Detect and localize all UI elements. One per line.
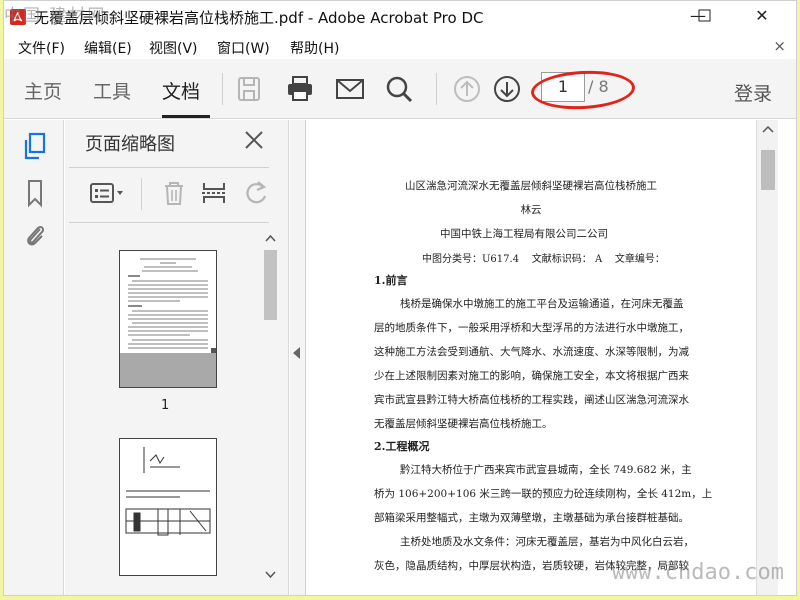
page-thumbnail-1[interactable]	[119, 250, 217, 388]
scroll-up-icon[interactable]	[757, 120, 779, 140]
panel-title: 页面缩略图	[85, 134, 175, 155]
panel-divider	[69, 222, 269, 223]
paragraph-line: 这种施工方法会受到通航、大气降水、水流速度、水深等限制，为减	[374, 346, 689, 358]
print-icon[interactable]	[284, 73, 316, 105]
paragraph-line: 无覆盖层倾斜坚硬裸岩高位栈桥施工。	[374, 418, 553, 430]
save-icon[interactable]	[233, 73, 265, 105]
collapse-arrow-icon	[293, 347, 300, 359]
paragraph-line: 黔江特大桥位于广西来宾市武宣县城南，全长 749.682 米，主	[400, 464, 692, 476]
paragraph-line: 栈桥是确保水中墩施工的施工平台及运输通道，在河床无覆盖	[400, 298, 684, 310]
page-thumbnails-icon[interactable]	[22, 132, 48, 162]
thumbnails-panel: 页面缩略图 1	[65, 120, 289, 595]
active-tab-indicator	[162, 115, 210, 118]
maximize-icon	[698, 9, 711, 22]
page-thumbnail-label: 1	[161, 398, 170, 413]
paragraph-line: 宾市武宣县黔江特大桥高位栈桥的工程实践，阐述山区湍急河流深水	[374, 394, 689, 406]
thumbnail-scrollbar[interactable]	[262, 232, 279, 584]
page-thumbnail-preview	[120, 439, 216, 575]
tab-home[interactable]: 主页	[24, 77, 62, 104]
login-link[interactable]: 登录	[734, 79, 772, 106]
acrobat-window: 无覆盖层倾斜坚硬裸岩高位栈桥施工.pdf - Adobe Acrobat Pro…	[3, 0, 797, 596]
toolbar-separator	[222, 73, 223, 105]
document-organization: 中国中铁上海工程局有限公司二公司	[440, 228, 608, 240]
close-panel-icon[interactable]	[242, 128, 266, 152]
panel-separator	[141, 178, 142, 210]
menu-view[interactable]: 视图(V)	[149, 38, 198, 58]
tab-tools[interactable]: 工具	[93, 77, 131, 104]
insert-page-icon[interactable]	[199, 178, 229, 208]
page-up-icon[interactable]	[451, 73, 483, 105]
document-page: 山区湍急河流深水无覆盖层倾斜坚硬裸岩高位栈桥施工 林云 中国中铁上海工程局有限公…	[306, 120, 756, 595]
maximize-button[interactable]	[684, 5, 724, 27]
menu-bar: 文件(F) 编辑(E) 视图(V) 窗口(W) 帮助(H) ×	[4, 35, 796, 59]
delete-page-icon[interactable]	[159, 178, 189, 208]
paragraph-line: 层的地质条件下，一般采用浮桥和大型浮吊的方法进行水中墩施工，	[374, 322, 689, 334]
paragraph-line: 桥为 106+200+106 米三跨一联的预应力砼连续刚构，全长 412m，上	[374, 488, 713, 500]
page-down-icon[interactable]	[491, 73, 523, 105]
panel-collapse-handle[interactable]	[290, 120, 306, 595]
document-author: 林云	[520, 204, 542, 216]
page-thumbnail-2[interactable]	[119, 438, 217, 576]
thumbnail-options-icon[interactable]	[87, 178, 131, 208]
menu-file[interactable]: 文件(F)	[18, 38, 65, 58]
menu-edit[interactable]: 编辑(E)	[84, 38, 132, 58]
navigation-rail	[4, 120, 64, 595]
paragraph-line: 主桥处地质及水文条件：河床无覆盖层，基岩为中风化白云岩，	[400, 536, 694, 548]
document-scrollbar[interactable]	[756, 120, 779, 595]
page-thumbnail-preview	[120, 251, 216, 387]
title-bar: 无覆盖层倾斜坚硬裸岩高位栈桥施工.pdf - Adobe Acrobat Pro…	[4, 1, 796, 33]
search-icon[interactable]	[383, 73, 415, 105]
panel-divider	[69, 167, 269, 168]
close-document-button[interactable]: ×	[773, 37, 786, 55]
section-heading: 1.前言	[374, 274, 408, 287]
document-classification: 中图分类号：U617.4 文献标识码： A 文章编号：	[422, 254, 665, 265]
attachment-icon[interactable]	[22, 220, 48, 250]
watermark-bottom-right: www.cndao.com	[611, 560, 784, 585]
document-title: 山区湍急河流深水无覆盖层倾斜坚硬裸岩高位栈桥施工	[405, 180, 657, 192]
bookmark-icon[interactable]	[22, 178, 48, 208]
tab-document[interactable]: 文档	[162, 77, 200, 104]
watermark-top-left: 中国 建材网	[4, 6, 107, 26]
mail-icon[interactable]	[334, 73, 366, 105]
close-window-button[interactable]: ✕	[742, 5, 782, 27]
paragraph-line: 少在上述限制因素对施工的影响，确保施工安全，本文将根据广西来	[374, 370, 689, 382]
toolbar-separator	[436, 73, 437, 105]
paragraph-line: 部箱梁采用整幅式，主墩为双薄壁墩，主墩基础为承台接群桩基础。	[374, 512, 689, 524]
rotate-page-icon[interactable]	[241, 178, 271, 208]
section-heading: 2.工程概况	[374, 440, 430, 453]
menu-help[interactable]: 帮助(H)	[290, 38, 339, 58]
toolbar: 主页 工具 文档 1 / 8 登录	[4, 59, 796, 119]
menu-window[interactable]: 窗口(W)	[217, 38, 270, 58]
document-scrollbar-thumb[interactable]	[761, 150, 775, 190]
